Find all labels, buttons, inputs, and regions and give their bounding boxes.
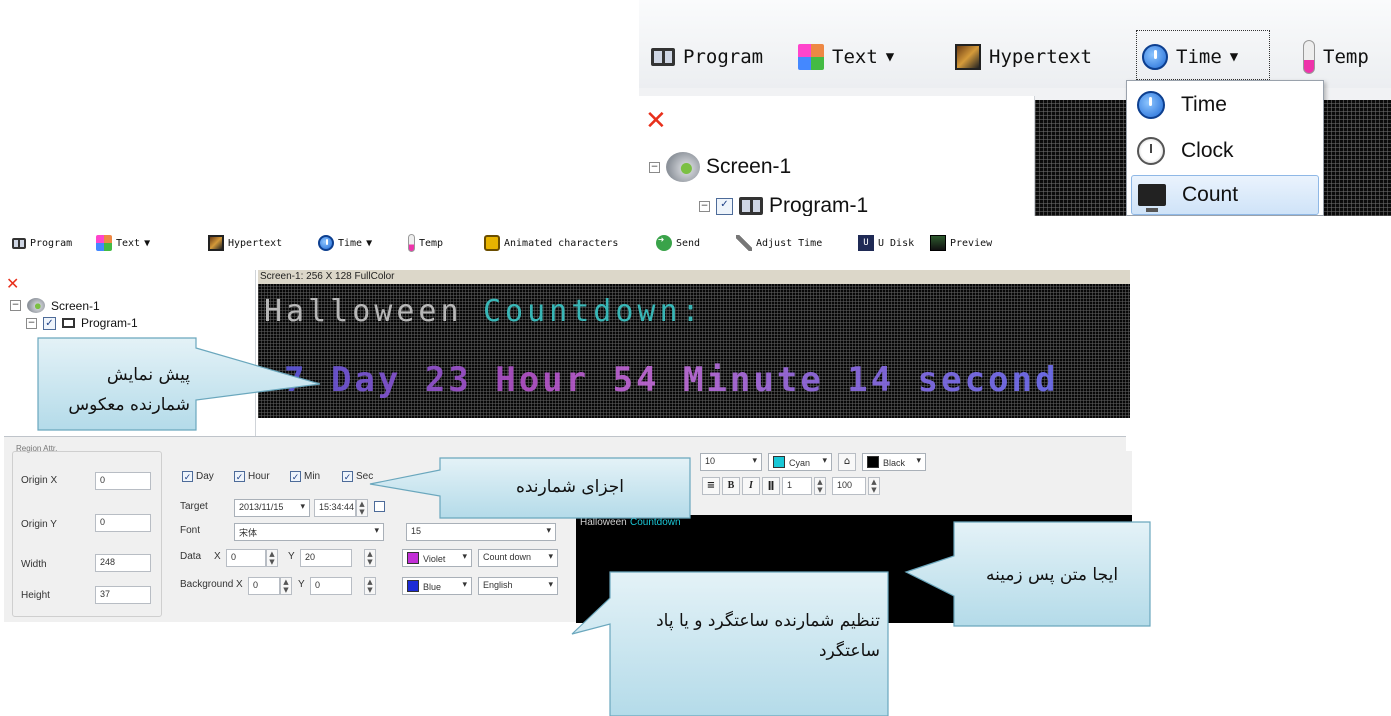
background-text-callout-text: ایجا متن پس زمینه <box>985 565 1119 585</box>
preview-callout-text: پیش نمایش شمارنده معکوس <box>68 365 190 415</box>
components-callout-text: اجزای شمارنده <box>515 477 625 497</box>
settings-callout-text: تنظیم شمارنده ساعتگرد و یا پاد ساعتگرد <box>656 611 880 661</box>
